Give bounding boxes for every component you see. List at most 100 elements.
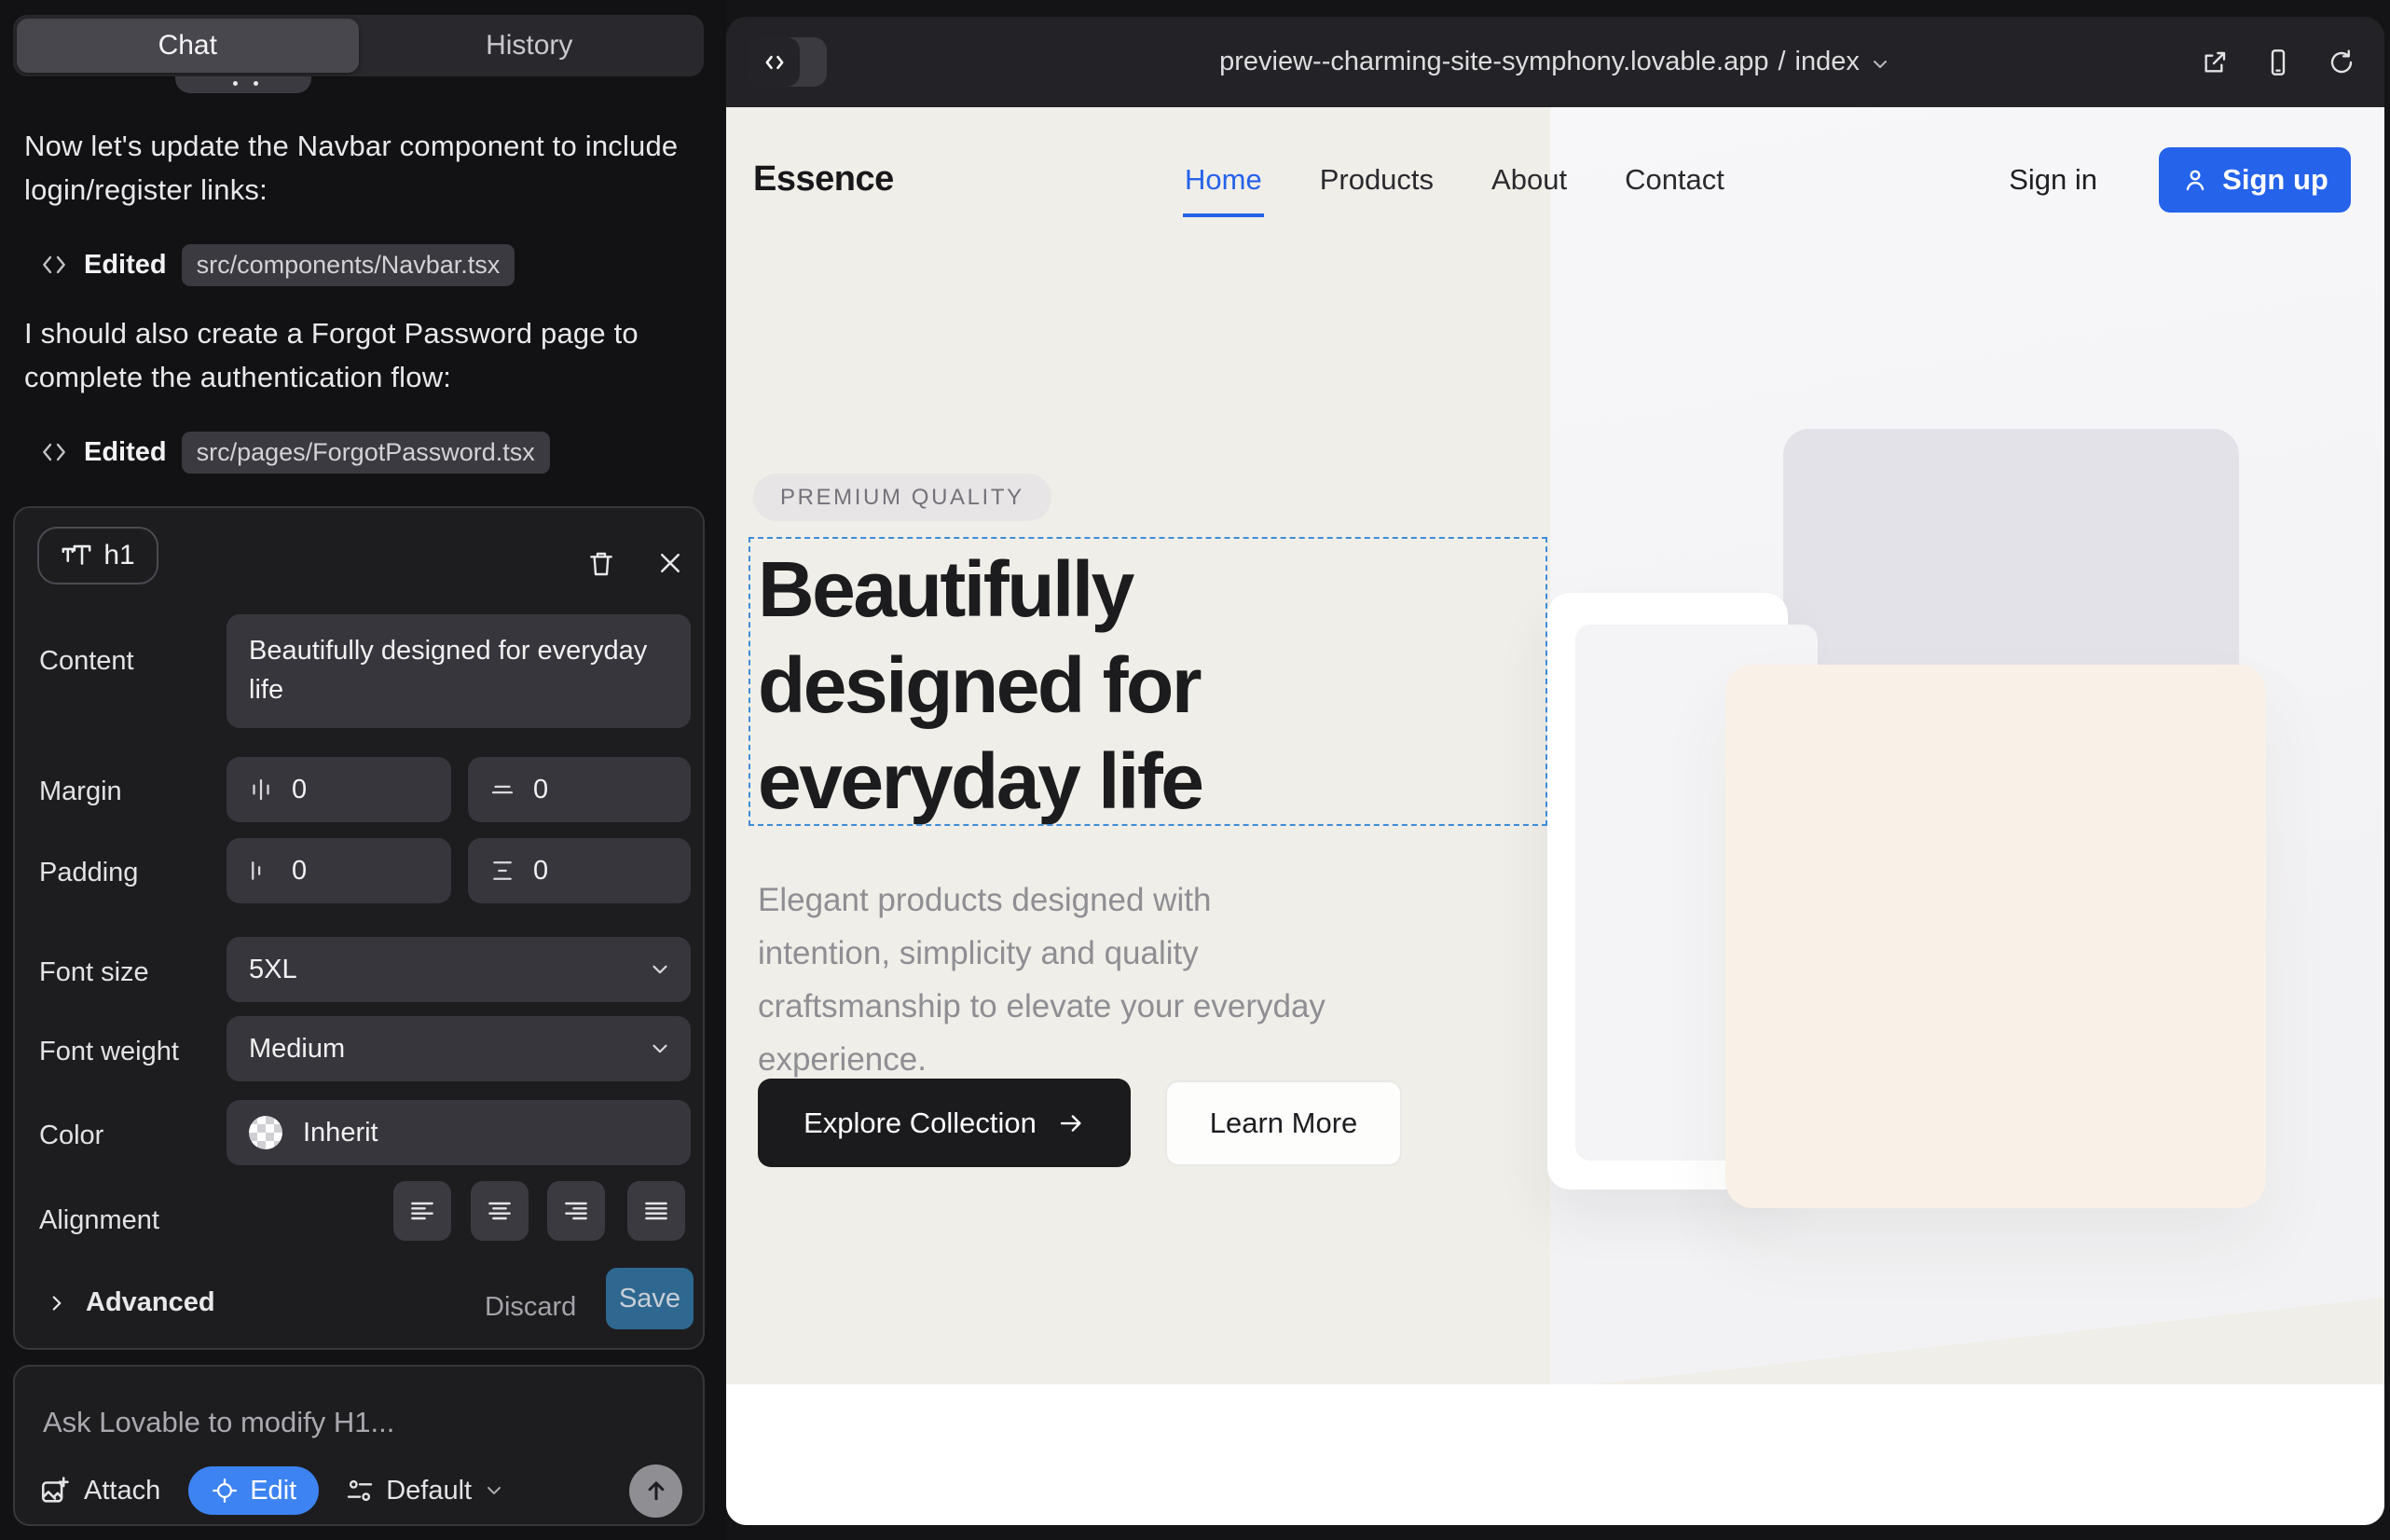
- margin-y-icon: [488, 776, 516, 804]
- composer-input[interactable]: Ask Lovable to modify H1...: [43, 1406, 394, 1439]
- edit-mode-button[interactable]: Edit: [188, 1466, 319, 1515]
- brand-logo[interactable]: Essence: [753, 159, 894, 199]
- delete-element-button[interactable]: [584, 545, 619, 581]
- font-size-label: Font size: [39, 957, 149, 988]
- attach-button[interactable]: Attach: [39, 1475, 160, 1506]
- edited-label: Edited: [84, 250, 167, 281]
- padding-x-input[interactable]: 0: [227, 838, 451, 903]
- selected-element-pill: h1: [37, 527, 158, 584]
- edit-target-icon: [211, 1477, 239, 1505]
- sign-in-button[interactable]: Sign in: [2009, 163, 2097, 197]
- user-icon: [2181, 166, 2209, 194]
- font-weight-label: Font weight: [39, 1037, 179, 1067]
- align-right-icon: [561, 1196, 591, 1226]
- align-center-button[interactable]: [471, 1181, 529, 1241]
- url-separator: /: [1778, 47, 1785, 77]
- color-value: Inherit: [303, 1118, 378, 1148]
- margin-y-input[interactable]: 0: [468, 757, 691, 822]
- chat-message: I should also create a Forgot Password p…: [24, 311, 686, 399]
- tab-history[interactable]: History: [359, 19, 701, 73]
- font-weight-value: Medium: [249, 1034, 345, 1065]
- font-size-value: 5XL: [249, 955, 297, 985]
- file-path-badge[interactable]: src/pages/ForgotPassword.tsx: [182, 432, 550, 474]
- trash-icon: [586, 548, 616, 578]
- clipped-chat-pill: [175, 76, 311, 93]
- browser-toolbar: preview--charming-site-symphony.lovable.…: [726, 17, 2384, 107]
- refresh-icon: [2327, 48, 2356, 77]
- nav-link-contact[interactable]: Contact: [1625, 163, 1724, 197]
- edited-label: Edited: [84, 437, 167, 468]
- padding-y-icon: [488, 857, 516, 885]
- url-host: preview--charming-site-symphony.lovable.…: [1219, 47, 1768, 77]
- align-left-button[interactable]: [393, 1181, 451, 1241]
- nav-auth: Sign in Sign up: [2009, 147, 2351, 213]
- advanced-label: Advanced: [86, 1287, 215, 1318]
- refresh-button[interactable]: [2327, 48, 2356, 77]
- padding-label: Padding: [39, 858, 138, 888]
- edited-file-row: Edited src/components/Navbar.tsx: [39, 244, 515, 285]
- url-page: index: [1795, 47, 1860, 77]
- lovable-app: Chat History Now let's update the Navbar…: [0, 0, 2390, 1540]
- nav-link-home[interactable]: Home: [1185, 163, 1262, 197]
- selection-outline[interactable]: [749, 537, 1547, 826]
- open-in-new-tab-button[interactable]: [2200, 48, 2230, 77]
- explore-collection-label: Explore Collection: [804, 1107, 1037, 1140]
- align-right-button[interactable]: [547, 1181, 605, 1241]
- code-icon: [39, 437, 69, 467]
- sign-up-button[interactable]: Sign up: [2159, 147, 2351, 213]
- explore-collection-button[interactable]: Explore Collection: [758, 1079, 1131, 1167]
- padding-x-value: 0: [292, 856, 307, 887]
- file-path-badge[interactable]: src/components/Navbar.tsx: [182, 244, 515, 286]
- close-editor-button[interactable]: [652, 545, 688, 581]
- code-icon: [39, 250, 69, 280]
- tab-chat[interactable]: Chat: [17, 19, 359, 73]
- chevron-down-icon: [648, 1037, 672, 1061]
- nav-link-about[interactable]: About: [1491, 163, 1567, 197]
- mobile-view-button[interactable]: [2263, 48, 2293, 77]
- content-textarea[interactable]: Beautifully designed for everyday life: [227, 614, 691, 728]
- content-value: Beautifully designed for everyday life: [249, 631, 668, 709]
- chat-composer[interactable]: Ask Lovable to modify H1... Attach Edit …: [13, 1365, 705, 1526]
- align-justify-button[interactable]: [627, 1181, 685, 1241]
- premium-quality-badge: PREMIUM QUALITY: [753, 474, 1051, 521]
- external-link-icon: [2200, 48, 2230, 77]
- send-icon: [642, 1477, 670, 1505]
- chat-history-tabbar: Chat History: [13, 15, 704, 76]
- margin-label: Margin: [39, 777, 122, 807]
- send-button[interactable]: [629, 1464, 682, 1518]
- align-center-icon: [485, 1196, 515, 1226]
- mode-label: Default: [386, 1476, 472, 1506]
- padding-y-input[interactable]: 0: [468, 838, 691, 903]
- margin-x-icon: [247, 776, 275, 804]
- font-weight-select[interactable]: Medium: [227, 1016, 691, 1081]
- save-button[interactable]: Save: [606, 1268, 694, 1329]
- content-label: Content: [39, 646, 134, 677]
- url-bar[interactable]: preview--charming-site-symphony.lovable.…: [726, 47, 2384, 77]
- discard-button[interactable]: Discard: [485, 1292, 576, 1323]
- align-justify-icon: [641, 1196, 671, 1226]
- model-mode-select[interactable]: Default: [345, 1476, 505, 1506]
- margin-x-input[interactable]: 0: [227, 757, 451, 822]
- advanced-toggle[interactable]: Advanced: [45, 1287, 215, 1318]
- site-navbar: Essence Home Products About Contact Sign…: [726, 107, 2384, 252]
- chevron-down-icon: [1869, 53, 1891, 76]
- element-editor-panel: h1 Content Beautifully designed for ever…: [13, 506, 705, 1350]
- learn-more-button[interactable]: Learn More: [1165, 1080, 1402, 1166]
- edited-file-row: Edited src/pages/ForgotPassword.tsx: [39, 432, 550, 473]
- font-size-select[interactable]: 5XL: [227, 937, 691, 1002]
- edit-label: Edit: [250, 1476, 296, 1506]
- decorative-card-cream: [1725, 665, 2266, 1208]
- sliders-icon: [345, 1476, 375, 1506]
- chat-message: Now let's update the Navbar component to…: [24, 124, 686, 212]
- chevron-down-icon: [483, 1479, 505, 1502]
- site-viewport: Essence Home Products About Contact Sign…: [726, 107, 2384, 1525]
- color-select[interactable]: Inherit: [227, 1100, 691, 1165]
- mobile-icon: [2263, 48, 2293, 77]
- margin-y-value: 0: [533, 775, 548, 805]
- sidebar: Chat History Now let's update the Navbar…: [0, 0, 726, 1540]
- nav-link-products[interactable]: Products: [1320, 163, 1434, 197]
- margin-x-value: 0: [292, 775, 307, 805]
- chevron-right-icon: [45, 1291, 69, 1315]
- color-swatch: [249, 1116, 282, 1149]
- nav-links: Home Products About Contact: [1185, 163, 1724, 197]
